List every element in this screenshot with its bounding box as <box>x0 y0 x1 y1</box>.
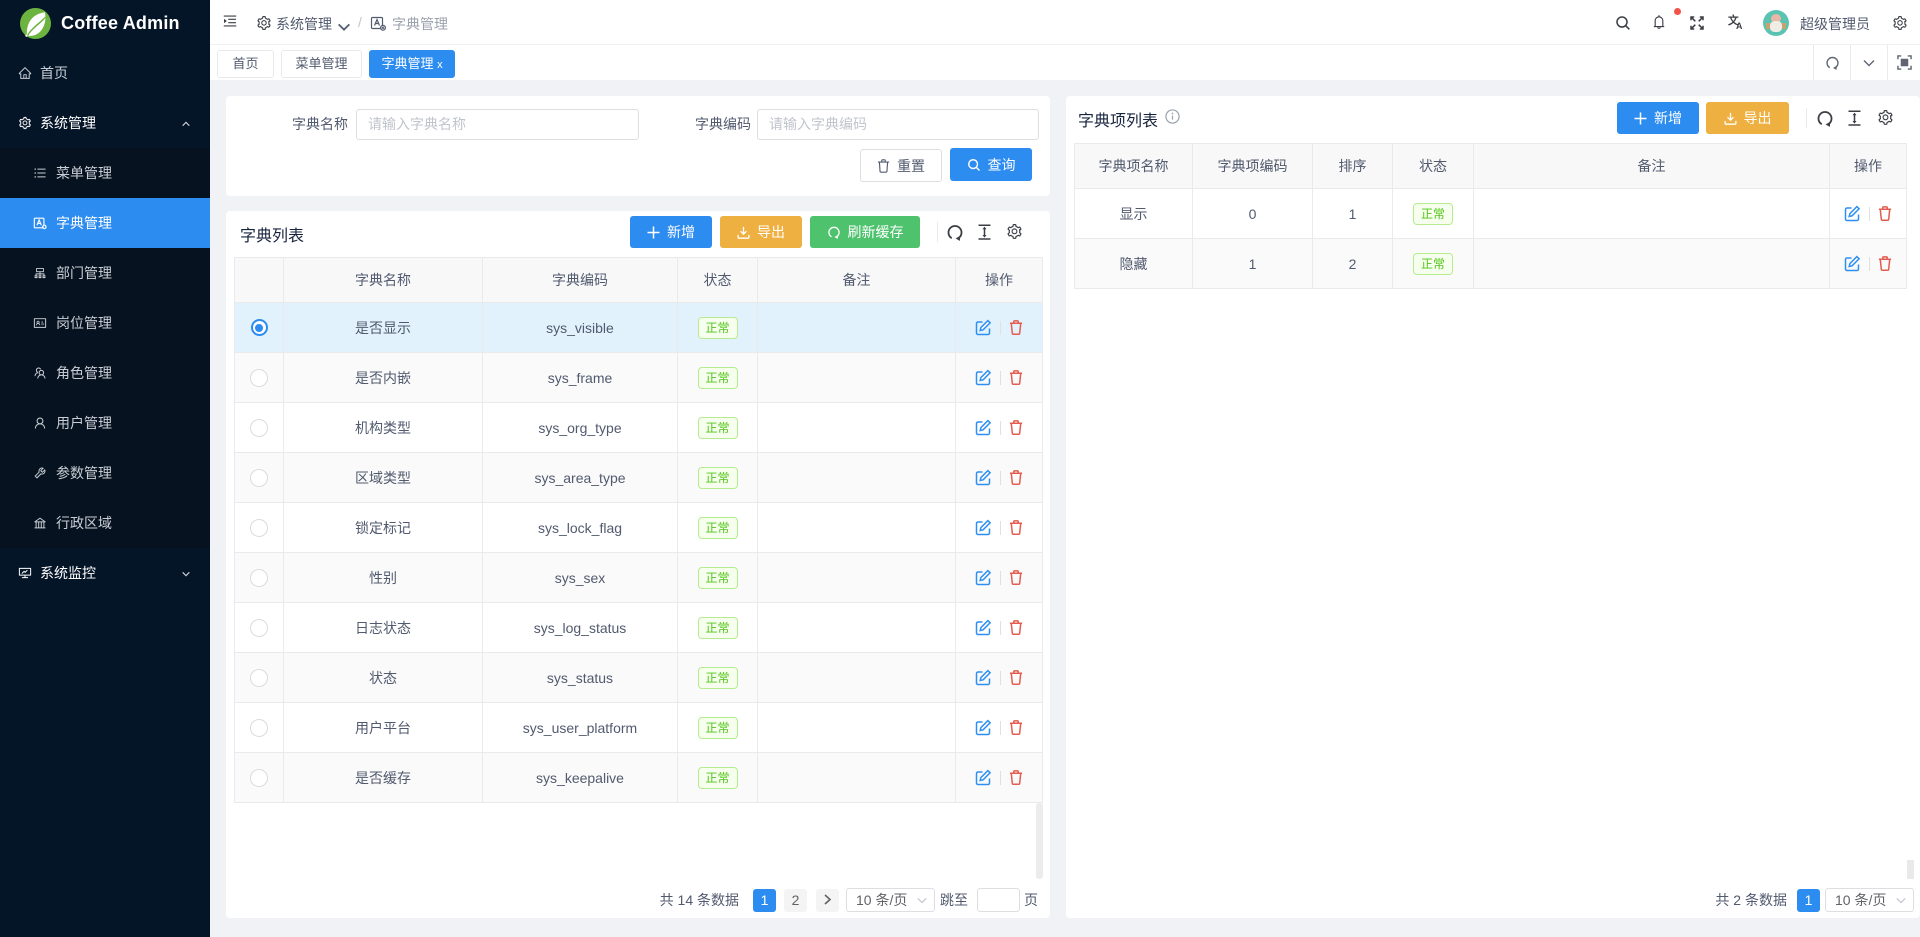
svg-text:A: A <box>1736 21 1743 30</box>
